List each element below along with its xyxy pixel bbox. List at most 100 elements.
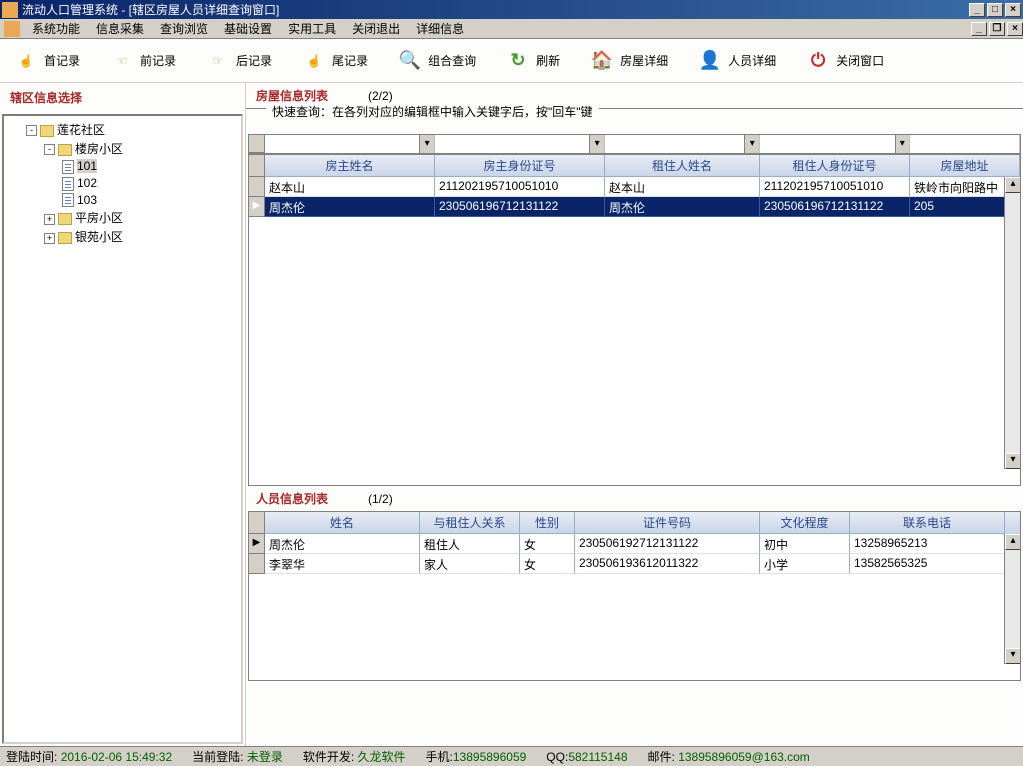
col-owner-id[interactable]: 房主身份证号 bbox=[435, 155, 605, 177]
col-tenant-id[interactable]: 租住人身份证号 bbox=[760, 155, 910, 177]
house-grid[interactable]: 房主姓名 房主身份证号 租住人姓名 租住人身份证号 房屋地址 赵本山 21120… bbox=[248, 154, 1021, 486]
next-record-button[interactable]: ☞后记录 bbox=[200, 47, 278, 75]
minimize-button[interactable]: _ bbox=[969, 3, 985, 17]
close-window-button[interactable]: ⏻关闭窗口 bbox=[800, 47, 890, 75]
filter-addr-input[interactable] bbox=[910, 135, 1019, 153]
page-icon bbox=[62, 160, 74, 174]
refresh-icon: ↻ bbox=[506, 49, 530, 73]
filter-owner-id-input[interactable] bbox=[435, 135, 589, 153]
house-icon: 🏠 bbox=[590, 49, 614, 73]
filter-row: ▾ ▾ ▾ ▾ bbox=[248, 134, 1021, 154]
tree-node-pingfang[interactable]: +平房小区 bbox=[8, 208, 237, 227]
expander-icon[interactable]: - bbox=[44, 144, 55, 155]
status-bar: 登陆时间: 2016-02-06 15:49:32 当前登陆: 未登录 软件开发… bbox=[0, 746, 1023, 766]
filter-owner[interactable]: ▾ bbox=[265, 135, 435, 153]
col-tenant[interactable]: 租住人姓名 bbox=[605, 155, 760, 177]
vertical-scrollbar[interactable]: ▴▾ bbox=[1004, 177, 1020, 469]
row-indicator bbox=[249, 135, 265, 153]
first-record-button[interactable]: ☝首记录 bbox=[8, 47, 86, 75]
expander-icon[interactable]: - bbox=[26, 125, 37, 136]
dropdown-icon[interactable]: ▾ bbox=[589, 135, 604, 153]
status-developer: 软件开发: 久龙软件 bbox=[303, 748, 406, 765]
dropdown-icon[interactable]: ▾ bbox=[419, 135, 434, 153]
folder-icon bbox=[58, 232, 72, 244]
menu-query[interactable]: 查询浏览 bbox=[152, 18, 216, 39]
col-name[interactable]: 姓名 bbox=[265, 512, 420, 534]
filter-tenant-id[interactable]: ▾ bbox=[760, 135, 910, 153]
scroll-track[interactable] bbox=[1005, 193, 1020, 453]
filter-tenant[interactable]: ▾ bbox=[605, 135, 760, 153]
expander-icon[interactable]: + bbox=[44, 214, 55, 225]
scroll-up-button[interactable]: ▴ bbox=[1005, 534, 1021, 550]
col-owner[interactable]: 房主姓名 bbox=[265, 155, 435, 177]
menu-detail[interactable]: 详细信息 bbox=[408, 18, 472, 39]
col-edu[interactable]: 文化程度 bbox=[760, 512, 850, 534]
filter-tenant-id-input[interactable] bbox=[760, 135, 895, 153]
mdi-minimize-button[interactable]: _ bbox=[971, 22, 987, 36]
col-id[interactable]: 证件号码 bbox=[575, 512, 760, 534]
page-icon bbox=[62, 177, 74, 191]
filter-owner-input[interactable] bbox=[265, 135, 419, 153]
mdi-close-button[interactable]: × bbox=[1007, 22, 1023, 36]
person-icon: 👤 bbox=[698, 49, 722, 73]
tree-node-101[interactable]: 101 bbox=[8, 158, 237, 175]
page-icon bbox=[62, 193, 74, 207]
scroll-track[interactable] bbox=[1005, 550, 1020, 648]
last-record-button[interactable]: ☝尾记录 bbox=[296, 47, 374, 75]
person-detail-button[interactable]: 👤人员详细 bbox=[692, 47, 782, 75]
menu-collect[interactable]: 信息采集 bbox=[88, 18, 152, 39]
hand-left-icon: ☝ bbox=[14, 49, 38, 73]
row-indicator bbox=[249, 554, 265, 574]
menu-system[interactable]: 系统功能 bbox=[24, 18, 88, 39]
person-grid[interactable]: 姓名 与租住人关系 性别 证件号码 文化程度 联系电话 ▶ 周杰伦 租住人 女 … bbox=[248, 511, 1021, 681]
horizontal-scrollbar[interactable]: ◂▸ bbox=[249, 485, 1020, 486]
scroll-up-button[interactable]: ▴ bbox=[1005, 177, 1021, 193]
filter-tenant-input[interactable] bbox=[605, 135, 744, 153]
tree-root[interactable]: -莲花社区 bbox=[8, 120, 237, 139]
col-tel[interactable]: 联系电话 bbox=[850, 512, 1005, 534]
scroll-down-button[interactable]: ▾ bbox=[1005, 453, 1021, 469]
menu-tools[interactable]: 实用工具 bbox=[280, 18, 344, 39]
vertical-scrollbar[interactable]: ▴▾ bbox=[1004, 534, 1020, 664]
house-list-count: (2/2) bbox=[368, 89, 393, 103]
status-login-time: 登陆时间: 2016-02-06 15:49:32 bbox=[6, 748, 172, 765]
tree-node-103[interactable]: 103 bbox=[8, 192, 237, 209]
hand-next-icon: ☞ bbox=[206, 49, 230, 73]
maximize-button[interactable]: □ bbox=[987, 3, 1003, 17]
prev-record-button[interactable]: ☜前记录 bbox=[104, 47, 182, 75]
close-button[interactable]: × bbox=[1005, 3, 1021, 17]
power-icon: ⏻ bbox=[806, 49, 830, 73]
table-row[interactable]: 李翠华 家人 女 230506193612011322 小学 135825653… bbox=[249, 554, 1020, 574]
dropdown-icon[interactable]: ▾ bbox=[895, 135, 910, 153]
person-list-header: 人员信息列表 (1/2) bbox=[246, 486, 1023, 511]
filter-addr[interactable] bbox=[910, 135, 1020, 153]
table-row[interactable]: ▶ 周杰伦 租住人 女 230506192712131122 初中 132589… bbox=[249, 534, 1020, 554]
filter-owner-id[interactable]: ▾ bbox=[435, 135, 605, 153]
menu-settings[interactable]: 基础设置 bbox=[216, 18, 280, 39]
quick-search-hint: 快速查询：在各列对应的编辑框中输入关键字后，按"回车"键 bbox=[246, 108, 1023, 134]
expander-icon[interactable]: + bbox=[44, 233, 55, 244]
col-sex[interactable]: 性别 bbox=[520, 512, 575, 534]
col-addr[interactable]: 房屋地址 bbox=[910, 155, 1020, 177]
tree-node-yinyuan[interactable]: +银苑小区 bbox=[8, 227, 237, 246]
col-rel[interactable]: 与租住人关系 bbox=[420, 512, 520, 534]
tree-node-102[interactable]: 102 bbox=[8, 175, 237, 192]
table-row[interactable]: ▶ 周杰伦 230506196712131122 周杰伦 23050619671… bbox=[249, 197, 1020, 217]
window-title: 流动人口管理系统 - [辖区房屋人员详细查询窗口] bbox=[22, 1, 967, 18]
menu-exit[interactable]: 关闭退出 bbox=[344, 18, 408, 39]
house-detail-button[interactable]: 🏠房屋详细 bbox=[584, 47, 674, 75]
folder-icon bbox=[40, 125, 54, 137]
main-area: 房屋信息列表 (2/2) 快速查询：在各列对应的编辑框中输入关键字后，按"回车"… bbox=[246, 83, 1023, 746]
horizontal-scrollbar[interactable]: ◂▸ bbox=[249, 680, 1020, 681]
combo-query-button[interactable]: 🔍组合查询 bbox=[392, 47, 482, 75]
tree-view[interactable]: -莲花社区 -楼房小区 101 102 103 +平房小区 +银苑小区 bbox=[2, 114, 243, 744]
scroll-down-button[interactable]: ▾ bbox=[1005, 648, 1021, 664]
table-row[interactable]: 赵本山 211202195710051010 赵本山 2112021957100… bbox=[249, 177, 1020, 197]
refresh-button[interactable]: ↻刷新 bbox=[500, 47, 566, 75]
status-email: 邮件: 13895896059@163.com bbox=[648, 748, 810, 765]
menu-bar: 系统功能 信息采集 查询浏览 基础设置 实用工具 关闭退出 详细信息 _ ❐ × bbox=[0, 19, 1023, 39]
dropdown-icon[interactable]: ▾ bbox=[744, 135, 759, 153]
menu-icon bbox=[4, 21, 20, 37]
mdi-restore-button[interactable]: ❐ bbox=[989, 22, 1005, 36]
tree-node-loufang[interactable]: -楼房小区 bbox=[8, 139, 237, 158]
